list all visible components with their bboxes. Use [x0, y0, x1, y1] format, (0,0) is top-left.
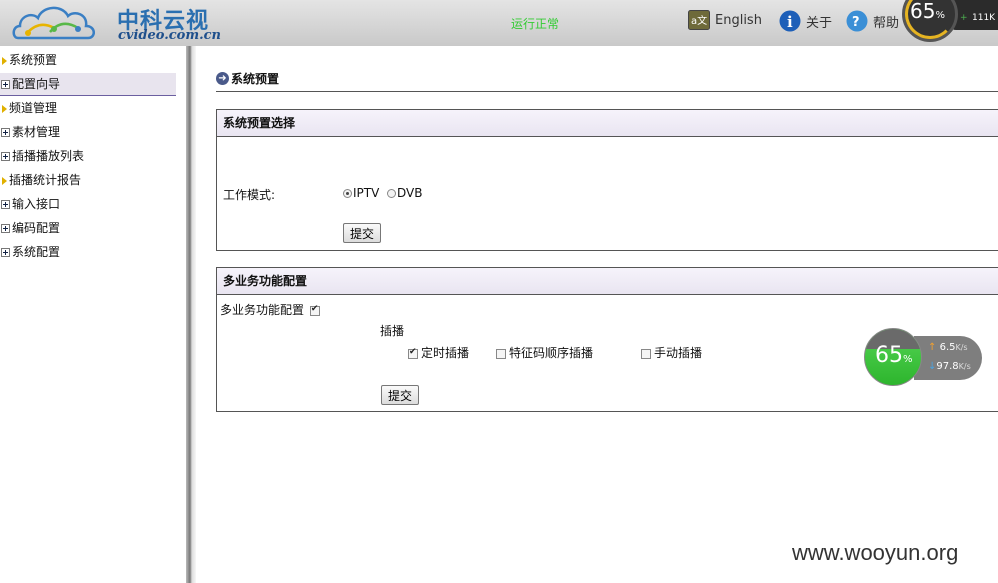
scheduled-insert-option[interactable]: 定时插播	[408, 344, 469, 361]
header-bar: 中科云视 cvideo.com.cn 运行正常 a文 English i 关于 …	[0, 0, 998, 46]
help-button[interactable]: ? 帮助	[846, 10, 899, 32]
english-button[interactable]: a文 English	[688, 10, 762, 30]
sidebar-item-system-preset[interactable]: 系统预置	[0, 49, 176, 71]
gauge-percent: 65%	[910, 0, 945, 23]
preset-submit-button[interactable]: 提交	[343, 223, 382, 243]
arrow-right-icon	[2, 56, 7, 65]
status-text: 运行正常	[511, 17, 560, 31]
sidebar-item-encoding-config[interactable]: 编码配置	[0, 217, 176, 239]
floating-network-monitor[interactable]: ↑ 6.5K/s ↓97.8K/s 65%	[864, 328, 982, 386]
arrow-circle-icon: ➜	[216, 72, 229, 85]
multi-service-enable[interactable]: 多业务功能配置	[220, 301, 323, 318]
expand-icon	[1, 152, 10, 161]
language-icon: a文	[688, 10, 710, 30]
sidebar-item-insert-playlist[interactable]: 插播播放列表	[0, 145, 176, 167]
preset-panel-title: 系统预置选择	[217, 110, 998, 137]
preset-panel: 系统预置选择 工作模式: IPTV DVB 提交	[216, 109, 998, 251]
signature-insert-option[interactable]: 特征码顺序插播	[496, 344, 593, 361]
manual-insert-checkbox[interactable]	[641, 348, 651, 359]
multi-service-submit-button[interactable]: 提交	[381, 385, 420, 405]
about-button[interactable]: i 关于	[779, 10, 832, 32]
expand-icon	[1, 224, 10, 233]
expand-icon	[1, 80, 10, 89]
manual-insert-option[interactable]: 手动插播	[641, 344, 702, 361]
sidebar-item-channel-management[interactable]: 频道管理	[0, 97, 176, 119]
sidebar-item-system-config[interactable]: 系统配置	[0, 241, 176, 263]
iptv-option[interactable]: IPTV	[343, 186, 379, 200]
help-icon: ?	[846, 10, 868, 32]
memory-usage-gauge: 65%	[864, 328, 922, 386]
iptv-radio[interactable]	[343, 189, 352, 198]
download-speed: ↓97.8K/s	[928, 361, 971, 372]
watermark: www.wooyun.org	[792, 540, 959, 565]
frame-divider[interactable]	[186, 46, 196, 583]
upload-speed: ↑ 6.5K/s	[928, 342, 968, 353]
sidebar-item-insert-report[interactable]: 插播统计报告	[0, 169, 176, 191]
speed-value: 111K	[972, 13, 996, 23]
multi-service-panel-title: 多业务功能配置	[217, 268, 998, 295]
arrow-down-icon: +	[960, 13, 968, 23]
signature-insert-checkbox[interactable]	[496, 348, 506, 359]
work-mode-label: 工作模式:	[223, 188, 276, 202]
dvb-option[interactable]: DVB	[387, 186, 422, 200]
arrow-right-icon	[2, 104, 7, 113]
expand-icon	[1, 200, 10, 209]
expand-icon	[1, 248, 10, 257]
sidebar: 系统预置 配置向导 频道管理 素材管理 插播播放列表 插播统计报告 输入接口 编…	[0, 46, 186, 583]
svg-text:?: ?	[852, 15, 860, 30]
brand-domain: cvideo.com.cn	[118, 28, 221, 43]
gauge-percent: 65%	[875, 343, 913, 368]
info-icon: i	[779, 10, 801, 32]
expand-icon	[1, 128, 10, 137]
network-monitor-gauge[interactable]: 65%	[902, 0, 958, 42]
sidebar-item-config-wizard[interactable]: 配置向导	[0, 73, 176, 96]
cloud-logo-icon	[12, 6, 95, 40]
svg-text:a文: a文	[691, 14, 707, 27]
main-content: ➜ 系统预置 系统预置选择 工作模式: IPTV DVB 提交 多业务功能配置 …	[196, 46, 998, 583]
title-divider	[216, 91, 998, 92]
insert-group-label: 插播	[380, 324, 405, 338]
multi-service-checkbox[interactable]	[309, 304, 320, 316]
arrow-up-icon: ↑	[928, 342, 937, 353]
svg-text:i: i	[787, 13, 793, 31]
english-label: English	[715, 12, 762, 28]
arrow-right-icon	[2, 176, 7, 185]
sidebar-item-material-management[interactable]: 素材管理	[0, 121, 176, 143]
dvb-radio[interactable]	[387, 189, 396, 198]
speed-readout: ↑ 6.5K/s ↓97.8K/s	[914, 336, 982, 380]
about-label: 关于	[806, 15, 833, 31]
scheduled-insert-checkbox[interactable]	[408, 347, 418, 359]
help-label: 帮助	[873, 15, 900, 31]
page-title: ➜ 系统预置	[216, 70, 279, 87]
sidebar-item-input-interface[interactable]: 输入接口	[0, 193, 176, 215]
